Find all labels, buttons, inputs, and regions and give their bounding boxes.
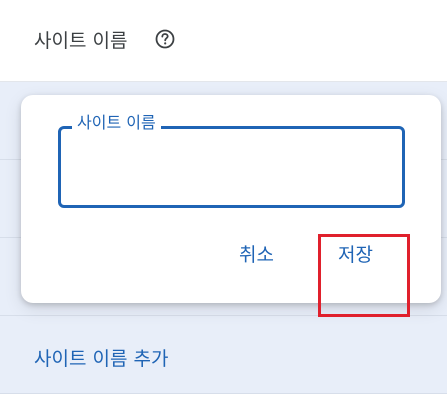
site-name-heading: 사이트 이름 (34, 30, 128, 52)
add-site-name-link[interactable]: 사이트 이름 추가 (34, 344, 168, 371)
help-circle-icon[interactable] (155, 29, 175, 49)
cancel-button[interactable]: 취소 (239, 243, 274, 267)
site-name-input[interactable] (71, 147, 395, 185)
settings-header-row: 사이트 이름 (0, 0, 447, 82)
site-name-field-label: 사이트 이름 (72, 113, 161, 133)
save-button[interactable]: 저장 (338, 243, 373, 267)
site-name-dialog: 사이트 이름 취소 저장 (21, 95, 441, 303)
site-name-field[interactable] (58, 126, 405, 208)
bottom-spacer (0, 394, 447, 413)
